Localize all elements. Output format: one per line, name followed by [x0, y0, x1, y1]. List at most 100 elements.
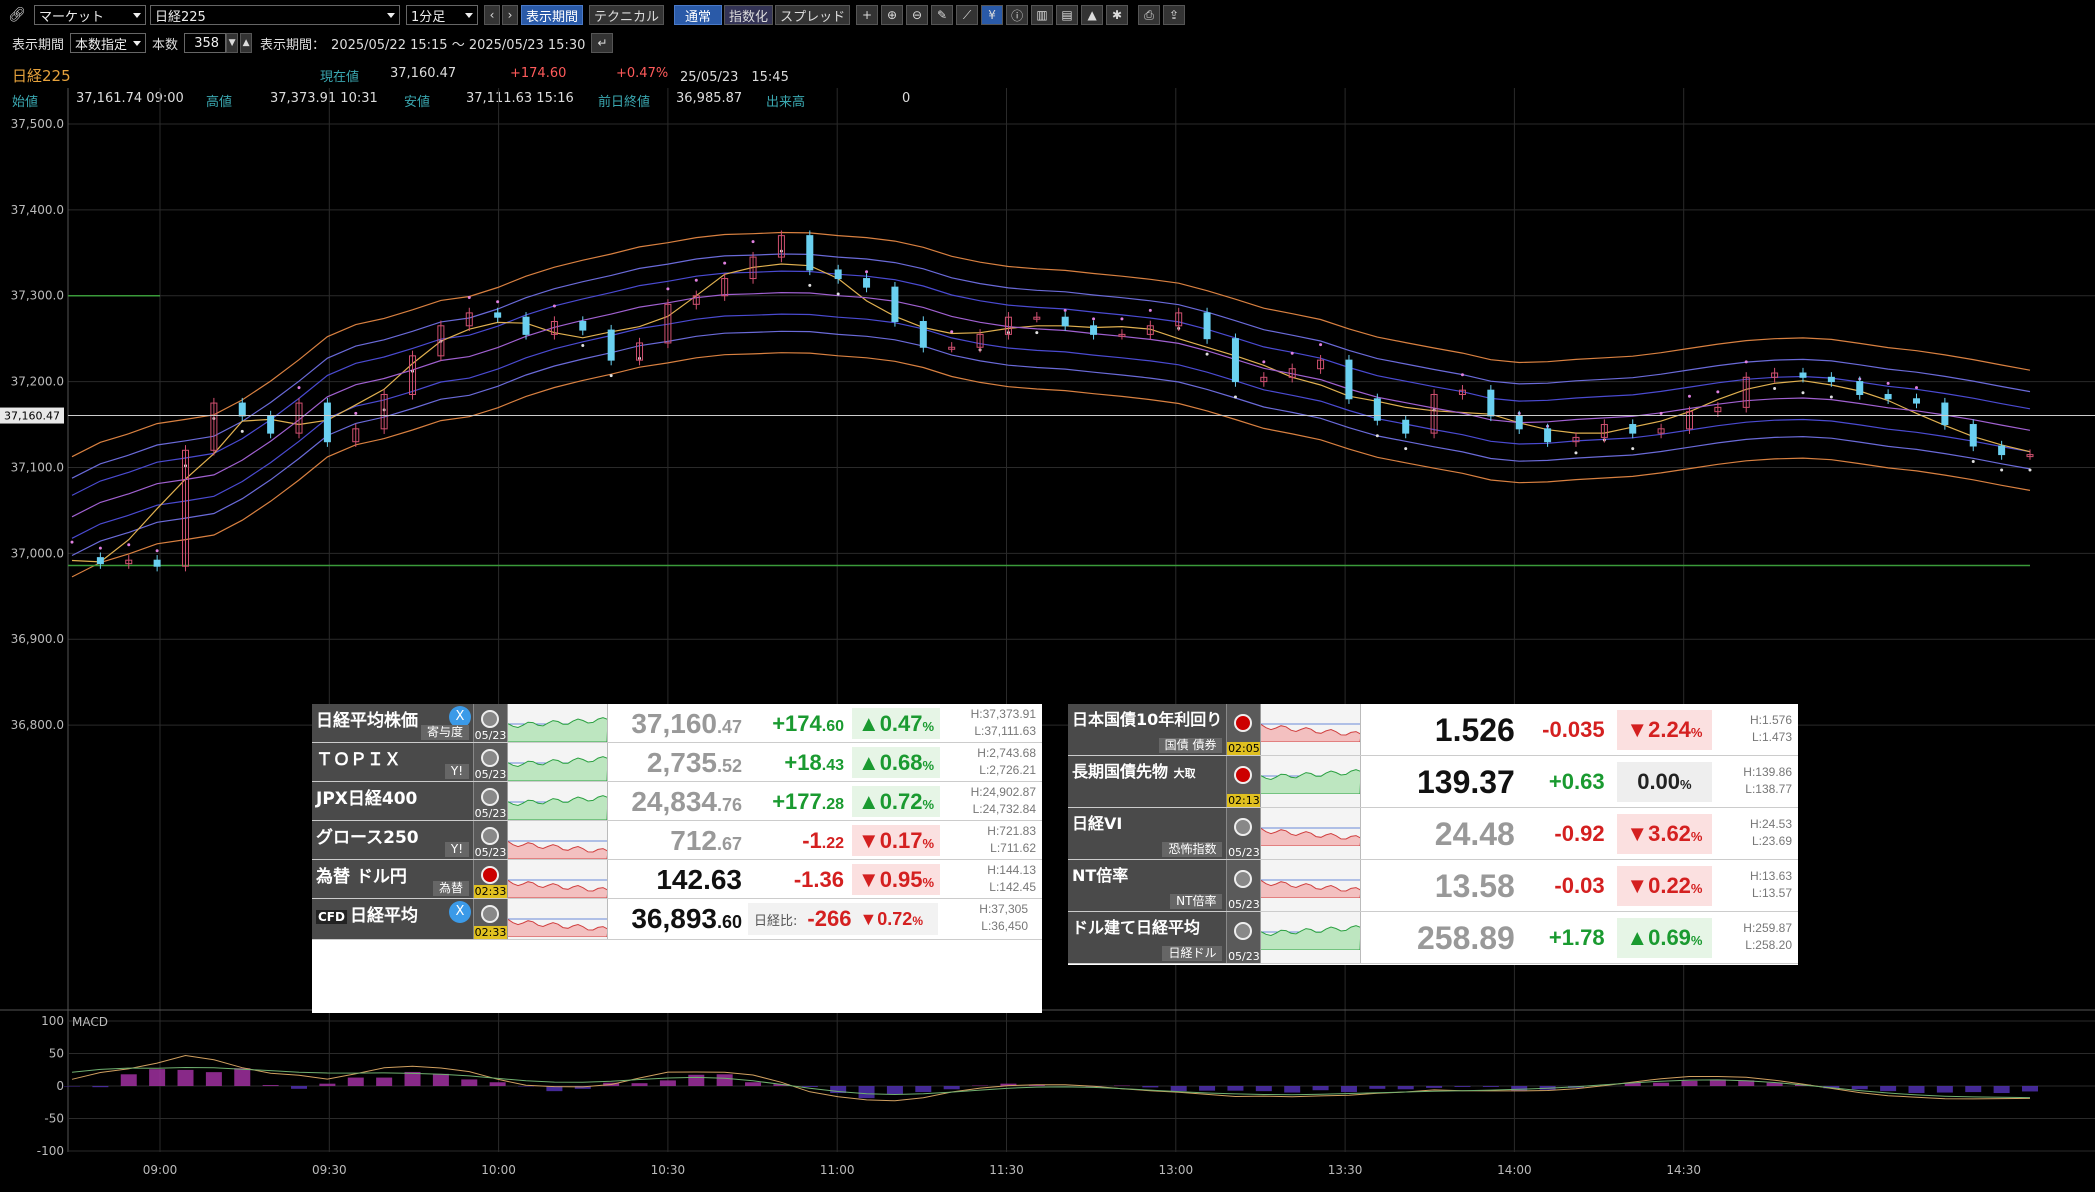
- x-icon[interactable]: X: [449, 901, 471, 923]
- sar-dot: [70, 540, 74, 544]
- macd-tick-label: -50: [44, 1112, 64, 1126]
- display-period-button[interactable]: 表示期間: [521, 5, 584, 25]
- market-sparkline-cell: [508, 743, 608, 781]
- sar-dot: [155, 549, 159, 553]
- cfd-row[interactable]: CFD 日経平均 X 02:33 36,893.60 日経比: -266 ▼0.72% H:37…: [312, 899, 1042, 940]
- count-up-button[interactable]: ▲: [240, 33, 253, 53]
- macd-histogram-bar: [688, 1074, 705, 1086]
- sar-dot: [1914, 386, 1918, 390]
- next-button[interactable]: ›: [502, 5, 518, 25]
- y-tick-label: 36,800.0: [11, 718, 64, 732]
- market-price: 142.63: [656, 864, 742, 895]
- cfd-ratio: 日経比: -266 ▼0.72%: [748, 903, 938, 935]
- link-icon[interactable]: 🔗︎: [8, 5, 30, 25]
- market-row[interactable]: 日経平均株価 X 寄与度 05/23 37,160.47 +174.60 ▲0.47% H:3…: [312, 704, 1042, 743]
- mountain-chart-icon[interactable]: ▲: [1081, 5, 1104, 25]
- market-sub-link[interactable]: 国債 債券: [1158, 738, 1223, 753]
- normal-button[interactable]: 通常: [674, 5, 723, 25]
- market-sub-link[interactable]: NT倍率: [1170, 894, 1223, 909]
- spread-button[interactable]: スプレッド: [775, 5, 851, 25]
- sar-dot: [1773, 386, 1777, 390]
- market-row[interactable]: JPX日経400 05/23 24,834.76 +177.28 ▲0.72% H:24,…: [312, 782, 1042, 821]
- x-tick-label: 13:00: [1159, 1163, 1194, 1177]
- market-row[interactable]: ドル建て日経平均 日経ドル 05/23 258.89 +1.78 ▲0.69% H:259.…: [1068, 912, 1798, 964]
- market-sub-link[interactable]: Y!: [444, 842, 469, 857]
- market-row[interactable]: NT倍率 NT倍率 05/23 13.58 -0.03 ▼0.22% H:13.63 L:13…: [1068, 860, 1798, 912]
- market-date: 02:33: [474, 926, 507, 939]
- market-flag-cell: 05/23: [474, 782, 508, 820]
- candle-body: [1827, 376, 1835, 383]
- macd-histogram-bar: [1681, 1080, 1698, 1086]
- zoom-in-icon[interactable]: ⊕: [881, 5, 904, 25]
- flag-icon: [481, 905, 499, 923]
- market-row[interactable]: 日本国債10年利回り 国債 債券 02:05 1.526 -0.035 ▼2.24% H:1…: [1068, 704, 1798, 756]
- export-icon[interactable]: ⇪: [1163, 5, 1186, 25]
- current-value: 37,160.47: [390, 66, 457, 81]
- macd-histogram-bar: [801, 1086, 818, 1087]
- count-down-button[interactable]: ▼: [226, 33, 239, 53]
- macd-histogram-bar: [1851, 1086, 1868, 1090]
- market-date: 02:33: [474, 885, 507, 898]
- macd-histogram-bar: [347, 1077, 364, 1086]
- symbol-select[interactable]: 日経225: [150, 5, 400, 25]
- count-input[interactable]: 358: [184, 33, 227, 53]
- zoom-out-icon[interactable]: ⊖: [906, 5, 929, 25]
- index-button[interactable]: 指数化: [724, 5, 774, 25]
- pencil-icon[interactable]: ✎: [931, 5, 954, 25]
- x-tick-label: 10:00: [481, 1163, 516, 1177]
- trend-icon[interactable]: ⟋: [956, 5, 979, 25]
- macd-histogram-bar: [1993, 1086, 2010, 1094]
- bollinger-bands: [68, 231, 2032, 578]
- yen-icon[interactable]: ¥: [981, 5, 1004, 25]
- sar-dot: [240, 429, 244, 433]
- market-sparkline-cell: [508, 821, 608, 859]
- print-icon[interactable]: ⎙: [1138, 5, 1161, 25]
- sar-dot: [1460, 373, 1464, 377]
- market-high-low: H:37,373.91 L:37,111.63: [970, 707, 1036, 738]
- market-name-cell: グロース250 Y!: [312, 821, 474, 859]
- macd-histogram-bar: [291, 1086, 308, 1089]
- market-flag-cell: 02:33: [474, 899, 508, 939]
- bar-chart-icon[interactable]: ▤: [1056, 5, 1079, 25]
- technical-button[interactable]: テクニカル: [589, 5, 665, 25]
- macd-tick-label: 50: [49, 1047, 64, 1061]
- macd-histogram-bar: [943, 1086, 960, 1090]
- market-row[interactable]: 長期国債先物 大取 02:13 139.37 +0.63 0.00% H:139.86 L:…: [1068, 756, 1798, 808]
- quote-datetime: 25/05/23 15:45: [680, 70, 789, 85]
- chart-settings-icon[interactable]: ▥: [1031, 5, 1054, 25]
- crosshair-icon[interactable]: +: [856, 5, 879, 25]
- market-sub-link[interactable]: 日経ドル: [1162, 946, 1223, 961]
- market-sub-link[interactable]: 恐怖指数: [1162, 842, 1223, 857]
- sar-dot: [1319, 343, 1323, 347]
- macd-histogram-bar: [404, 1071, 421, 1086]
- apply-icon[interactable]: ↵: [591, 33, 614, 53]
- period-mode-select[interactable]: 本数指定: [70, 33, 147, 53]
- market-change-pct: ▲0.47%: [852, 708, 940, 739]
- macd-histogram-bar: [1653, 1082, 1670, 1086]
- candle-body: [1402, 419, 1410, 434]
- range-label: 表示期間：: [260, 37, 326, 53]
- quote-name: 日経225: [12, 67, 71, 85]
- wrench-icon[interactable]: ✱: [1106, 5, 1129, 25]
- sar-dot: [1829, 395, 1833, 399]
- interval-select[interactable]: 1分足: [406, 5, 478, 25]
- market-sub-link[interactable]: 為替: [432, 881, 469, 896]
- market-select[interactable]: マーケット: [34, 5, 146, 25]
- macd-histogram-bar: [319, 1083, 336, 1086]
- market-name-cell: 日本国債10年利回り 国債 債券: [1068, 704, 1228, 755]
- prev-button[interactable]: ‹: [484, 5, 500, 25]
- market-row[interactable]: 日経VI 恐怖指数 05/23 24.48 -0.92 ▼3.62% H:24.53 L:23…: [1068, 808, 1798, 860]
- price-chart[interactable]: 37,160.47 37,500.0 37,400.0 37,300.0 37,200…: [0, 88, 2095, 1192]
- candle-body: [1231, 338, 1239, 383]
- market-row[interactable]: ＴＯＰＩＸ Y! 05/23 2,735.52 +18.43 ▲0.68% H:2,743.…: [312, 743, 1042, 782]
- sar-dot: [950, 330, 954, 334]
- sar-dot: [1716, 390, 1720, 394]
- info-icon[interactable]: ⓘ: [1006, 5, 1029, 25]
- macd-histogram-bar: [1454, 1086, 1471, 1087]
- x-tick-label: 11:30: [989, 1163, 1024, 1177]
- market-sub-link[interactable]: Y!: [444, 764, 469, 779]
- market-sub-link[interactable]: 寄与度: [420, 725, 469, 740]
- market-row[interactable]: グロース250 Y! 05/23 712.67 -1.22 ▼0.17% H:721.83 L…: [312, 821, 1042, 860]
- market-row[interactable]: 為替 ドル円 為替 02:33 142.63 -1.36 ▼0.95% H:144.13 L:…: [312, 860, 1042, 899]
- macd-histogram-bar: [1312, 1086, 1329, 1091]
